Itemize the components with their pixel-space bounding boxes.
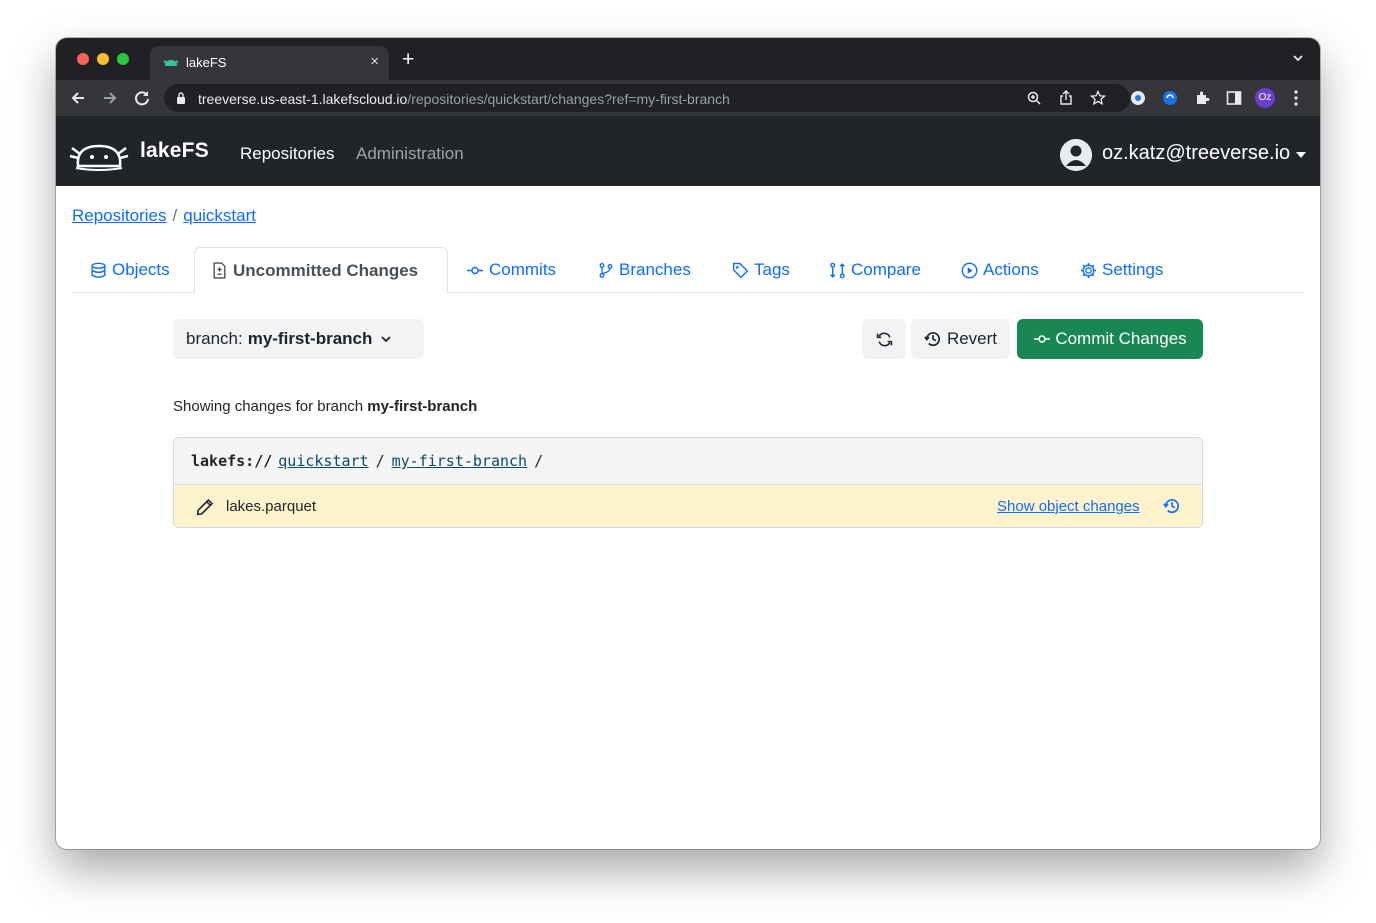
pencil-icon — [196, 498, 214, 515]
url-host: treeverse.us-east-1.lakefscloud.io — [198, 91, 408, 107]
app-navbar: lakeFS Repositories Administration oz.ka… — [56, 116, 1320, 186]
history-icon — [924, 332, 940, 347]
refresh-icon — [876, 332, 892, 346]
tab-compare[interactable]: Compare — [829, 247, 921, 293]
breadcrumb-repositories[interactable]: Repositories — [72, 206, 167, 225]
changes-summary-prefix: Showing changes for branch — [173, 398, 364, 415]
browser-tab-title: lakeFS — [186, 55, 227, 70]
changes-card: lakefs:// quickstart / my-first-branch /… — [173, 437, 1203, 528]
changed-file-name: lakes.parquet — [226, 498, 317, 515]
back-arrow-icon[interactable] — [68, 88, 88, 108]
repo-tabs: Objects Uncommitted Changes Commits Bran… — [72, 247, 1304, 294]
path-protocol: lakefs:// — [191, 452, 273, 470]
breadcrumb-separator: / — [172, 206, 178, 225]
address-bar[interactable]: treeverse.us-east-1.lakefscloud.io/repos… — [164, 84, 1130, 112]
share-icon[interactable] — [1058, 90, 1074, 106]
tab-tags-label: Tags — [754, 260, 790, 279]
branch-name: my-first-branch — [247, 329, 373, 348]
tab-objects[interactable]: Objects — [90, 247, 170, 293]
file-diff-icon — [213, 262, 226, 279]
tab-commits-label: Commits — [489, 260, 557, 279]
tab-branches[interactable]: Branches — [598, 247, 691, 293]
chevron-down-icon — [381, 336, 392, 343]
tab-close-icon[interactable]: × — [370, 53, 379, 70]
side-panel-icon[interactable] — [1226, 90, 1242, 106]
user-menu-caret-icon[interactable] — [1296, 152, 1306, 158]
show-object-changes-link[interactable]: Show object changes — [997, 498, 1140, 515]
user-icon — [1060, 139, 1092, 171]
profile-avatar[interactable]: Oz — [1255, 88, 1275, 108]
tab-tags[interactable]: Tags — [732, 247, 790, 293]
browser-tab-active[interactable]: lakeFS × — [150, 46, 389, 80]
browser-window: lakeFS × + treeverse.us-east-1.lakefsclo… — [56, 38, 1320, 849]
browser-menu-icon[interactable] — [1294, 90, 1298, 106]
tab-actions[interactable]: Actions — [961, 247, 1039, 293]
git-commit-icon — [467, 266, 483, 274]
refresh-button[interactable] — [862, 319, 906, 359]
compare-icon — [830, 262, 845, 278]
maximize-window-button[interactable] — [117, 53, 129, 65]
change-row[interactable]: lakes.parquet Show object changes — [174, 485, 1202, 527]
tab-settings[interactable]: Settings — [1080, 247, 1163, 293]
extensions-puzzle-icon[interactable] — [1194, 90, 1210, 106]
tag-icon — [732, 262, 749, 278]
tab-branches-label: Branches — [619, 260, 691, 279]
brand-name[interactable]: lakeFS — [140, 139, 209, 163]
commit-changes-button[interactable]: Commit Changes — [1017, 319, 1203, 359]
tab-actions-label: Actions — [983, 260, 1039, 279]
new-tab-button[interactable]: + — [402, 49, 414, 70]
tab-uncommitted-changes[interactable]: Uncommitted Changes — [194, 247, 448, 294]
lakefs-favicon-icon — [163, 60, 179, 66]
branch-prefix: branch: — [186, 329, 243, 348]
changes-summary-text: Showing changes for branch my-first-bran… — [173, 398, 477, 415]
lakefs-logo-icon[interactable] — [68, 136, 130, 172]
tab-search-chevron-icon[interactable] — [1292, 52, 1304, 64]
main-content: Repositories / quickstart Objects Uncommit… — [56, 186, 1320, 849]
play-icon — [961, 262, 978, 278]
password-manager-extension-icon[interactable] — [1130, 90, 1146, 106]
tab-commits[interactable]: Commits — [466, 247, 556, 293]
reload-icon[interactable] — [132, 88, 152, 108]
url-path: /repositories/quickstart/changes?ref=my-… — [407, 91, 730, 107]
nav-administration-link[interactable]: Administration — [356, 144, 464, 164]
path-separator: / — [534, 452, 544, 470]
url-text[interactable]: treeverse.us-east-1.lakefscloud.io/repos… — [198, 91, 730, 107]
lock-icon[interactable] — [176, 92, 186, 104]
user-avatar[interactable] — [1060, 139, 1092, 171]
tab-uncommitted-label: Uncommitted Changes — [233, 260, 419, 280]
path-header: lakefs:// quickstart / my-first-branch / — [174, 438, 1202, 485]
path-repo-link[interactable]: quickstart — [278, 452, 368, 470]
minimize-window-button[interactable] — [97, 53, 109, 65]
revert-label: Revert — [946, 329, 998, 348]
browser-toolbar: treeverse.us-east-1.lakefscloud.io/repos… — [56, 80, 1320, 116]
breadcrumb-quickstart[interactable]: quickstart — [183, 206, 256, 225]
changes-summary-branch: my-first-branch — [367, 398, 478, 415]
revert-button[interactable]: Revert — [911, 319, 1010, 359]
extension-blue-icon[interactable] — [1162, 90, 1178, 106]
forward-arrow-icon[interactable] — [100, 88, 120, 108]
tab-compare-label: Compare — [851, 260, 921, 279]
git-commit-icon — [1034, 335, 1051, 343]
nav-repositories-link[interactable]: Repositories — [240, 144, 335, 164]
user-email[interactable]: oz.katz@treeverse.io — [1102, 142, 1290, 165]
path-branch-link[interactable]: my-first-branch — [392, 452, 527, 470]
tab-objects-label: Objects — [112, 260, 170, 279]
close-window-button[interactable] — [77, 53, 89, 65]
history-icon[interactable] — [1163, 497, 1181, 515]
database-icon — [91, 262, 106, 278]
git-branch-icon — [599, 262, 613, 278]
path-separator: / — [375, 452, 385, 470]
browser-tabstrip: lakeFS × + — [56, 38, 1320, 80]
bookmark-star-icon[interactable] — [1090, 90, 1106, 106]
gear-icon — [1081, 262, 1096, 278]
branch-selector-button[interactable]: branch: my-first-branch — [173, 319, 424, 359]
breadcrumb: Repositories / quickstart — [72, 206, 256, 226]
zoom-icon[interactable] — [1026, 90, 1042, 106]
tab-settings-label: Settings — [1102, 260, 1164, 279]
commit-label: Commit Changes — [1055, 329, 1187, 348]
